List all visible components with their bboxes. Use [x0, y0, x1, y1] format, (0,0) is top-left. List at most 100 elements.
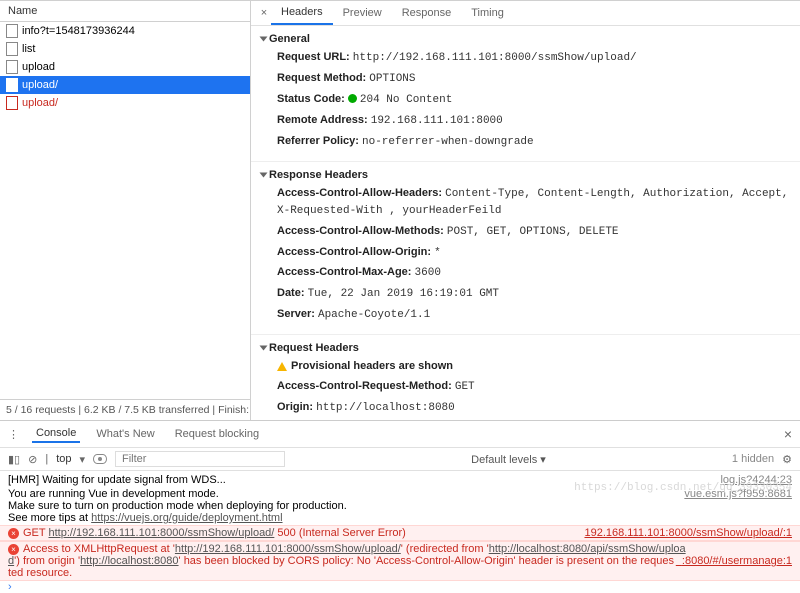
value: 3600: [415, 267, 441, 279]
label: Server:: [277, 308, 315, 320]
section-title: General: [269, 33, 310, 45]
tab-response[interactable]: Response: [392, 2, 462, 24]
value-remote-address: 192.168.111.101:8000: [371, 115, 503, 127]
error-icon: ×: [8, 528, 19, 539]
request-list: info?t=1548173936244 list upload upload/…: [0, 22, 250, 399]
status-dot-icon: [348, 94, 357, 103]
link[interactable]: http://localhost:8080: [80, 555, 178, 567]
link[interactable]: https://vuejs.org/guide/deployment.html: [91, 512, 282, 524]
network-request-panel: Name info?t=1548173936244 list upload up…: [0, 1, 251, 420]
value: Apache-Coyote/1.1: [318, 309, 430, 321]
value: Tue, 22 Jan 2019 16:19:01 GMT: [308, 288, 499, 300]
tab-timing[interactable]: Timing: [461, 2, 514, 24]
section-title: Response Headers: [269, 169, 368, 181]
tab-preview[interactable]: Preview: [333, 2, 392, 24]
label: Date:: [277, 287, 305, 299]
live-expression-icon[interactable]: [93, 454, 107, 464]
label: Access-Control-Allow-Methods:: [277, 225, 444, 237]
tab-whats-new[interactable]: What's New: [92, 426, 158, 442]
label: Referrer Policy:: [277, 135, 359, 147]
file-icon: [6, 78, 18, 92]
request-row[interactable]: list: [0, 40, 250, 58]
label: Request URL:: [277, 51, 350, 63]
console-body: [HMR] Waiting for update signal from WDS…: [0, 471, 800, 593]
console-error-line[interactable]: ×GET http://192.168.111.101:8000/ssmShow…: [0, 525, 800, 541]
disclosure-icon: [260, 37, 268, 42]
request-name: list: [22, 43, 35, 55]
section-header-response[interactable]: Response Headers: [261, 166, 790, 184]
context-select[interactable]: top: [56, 453, 71, 465]
log-message: You are running Vue in development mode.…: [8, 488, 678, 524]
log-levels-select[interactable]: Default levels ▾: [471, 453, 546, 466]
label: Access-Control-Allow-Origin:: [277, 246, 431, 258]
request-row[interactable]: info?t=1548173936244: [0, 22, 250, 40]
value: POST, GET, OPTIONS, DELETE: [447, 226, 619, 238]
network-summary: 5 / 16 requests | 6.2 KB / 7.5 KB transf…: [0, 399, 250, 420]
detail-tabs: × Headers Preview Response Timing: [251, 1, 800, 26]
drawer-tabs: ⋮ Console What's New Request blocking ×: [0, 421, 800, 448]
request-detail-panel: × Headers Preview Response Timing Genera…: [251, 1, 800, 420]
link[interactable]: http://localhost:8080/api/ssmShow/uploa: [489, 543, 686, 555]
request-row[interactable]: upload: [0, 58, 250, 76]
section-header-general[interactable]: General: [261, 30, 790, 48]
tab-headers[interactable]: Headers: [271, 1, 333, 25]
tab-console[interactable]: Console: [32, 425, 80, 443]
label: Origin:: [277, 401, 313, 413]
console-log-line[interactable]: [HMR] Waiting for update signal from WDS…: [0, 473, 800, 487]
log-source-link[interactable]: log.js?4244:23: [714, 474, 792, 486]
log-message: ×GET http://192.168.111.101:8000/ssmShow…: [8, 527, 578, 539]
value-request-url: http://192.168.111.101:8000/ssmShow/uplo…: [353, 52, 637, 64]
hidden-count: 1 hidden: [732, 453, 774, 465]
warning-icon: [277, 362, 287, 371]
link[interactable]: http://192.168.111.101:8000/ssmShow/uplo…: [175, 543, 401, 555]
log-source-link[interactable]: 192.168.111.101:8000/ssmShow/upload/:1: [578, 527, 792, 539]
settings-gear-icon[interactable]: ⚙: [782, 453, 792, 466]
request-row-error[interactable]: upload/: [0, 94, 250, 112]
console-toolbar: ▮▯ ⊘ | top ▾ Default levels ▾ 1 hidden ⚙: [0, 448, 800, 471]
file-icon: [6, 24, 18, 38]
request-row-selected[interactable]: upload/: [0, 76, 250, 94]
request-name: upload/: [22, 79, 58, 91]
console-filter-input[interactable]: [115, 451, 285, 467]
console-prompt[interactable]: ›: [0, 581, 800, 593]
error-icon: ×: [8, 544, 19, 555]
provisional-warning: Provisional headers are shown: [291, 360, 453, 372]
section-title: Request Headers: [269, 342, 359, 354]
log-message: [HMR] Waiting for update signal from WDS…: [8, 474, 714, 486]
sidebar-toggle-icon[interactable]: ▮▯: [8, 453, 20, 466]
value-request-method: OPTIONS: [369, 73, 415, 85]
drawer: ⋮ Console What's New Request blocking × …: [0, 420, 800, 593]
value-status-code: 204 No Content: [360, 94, 452, 106]
label: Access-Control-Max-Age:: [277, 266, 411, 278]
file-icon: [6, 96, 18, 110]
kebab-menu-icon[interactable]: ⋮: [8, 428, 20, 441]
label: Access-Control-Request-Method:: [277, 380, 452, 392]
console-error-line[interactable]: ×Access to XMLHttpRequest at 'http://192…: [0, 541, 800, 581]
file-icon: [6, 42, 18, 56]
label: Access-Control-Allow-Headers:: [277, 187, 442, 199]
label: Status Code:: [277, 93, 345, 105]
file-icon: [6, 60, 18, 74]
clear-console-icon[interactable]: ⊘: [28, 453, 37, 466]
request-name: info?t=1548173936244: [22, 25, 135, 37]
value-referrer-policy: no-referrer-when-downgrade: [362, 136, 534, 148]
close-icon[interactable]: ×: [257, 7, 271, 19]
label: Request Method:: [277, 72, 366, 84]
section-response-headers: Response Headers Access-Control-Allow-He…: [251, 162, 800, 336]
link[interactable]: http://192.168.111.101:8000/ssmShow/uplo…: [48, 527, 274, 539]
section-general: General Request URL: http://192.168.111.…: [251, 26, 800, 162]
console-log-line[interactable]: You are running Vue in development mode.…: [0, 487, 800, 525]
log-source-link[interactable]: vue.esm.js?f959:8681: [678, 488, 792, 524]
value: *: [434, 247, 441, 259]
label: Remote Address:: [277, 114, 368, 126]
section-header-request[interactable]: Request Headers: [261, 339, 790, 357]
tab-request-blocking[interactable]: Request blocking: [171, 426, 263, 442]
request-name: upload/: [22, 97, 58, 109]
column-header-name[interactable]: Name: [0, 1, 250, 22]
disclosure-icon: [260, 172, 268, 177]
section-request-headers: Request Headers Provisional headers are …: [251, 335, 800, 420]
value: http://localhost:8080: [316, 402, 455, 414]
disclosure-icon: [260, 346, 268, 351]
close-drawer-icon[interactable]: ×: [784, 426, 792, 442]
request-name: upload: [22, 61, 55, 73]
